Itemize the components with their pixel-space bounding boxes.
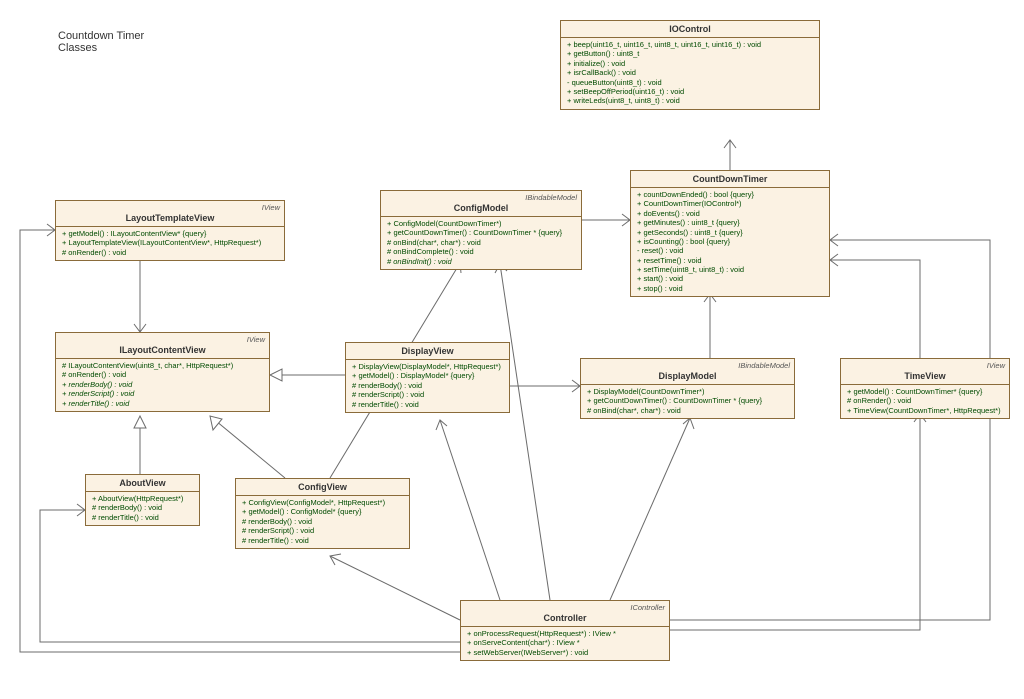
title-line-2: Classes: [58, 42, 144, 54]
class-name: AboutView: [86, 475, 199, 492]
class-name: ConfigView: [236, 479, 409, 496]
class-members: + DisplayView(DisplayModel*, HttpRequest…: [346, 360, 509, 412]
stereotype-label: IController: [630, 603, 665, 612]
class-controller: IController Controller + onProcessReques…: [460, 600, 670, 661]
class-members: + ConfigModel(CountDownTimer*) + getCoun…: [381, 217, 581, 269]
stereotype-label: IBindableModel: [525, 193, 577, 202]
class-members: + onProcessRequest(HttpRequest*) : IView…: [461, 627, 669, 660]
class-configmodel: IBindableModel ConfigModel + ConfigModel…: [380, 190, 582, 270]
stereotype-label: IView: [247, 335, 265, 344]
diagram-title: Countdown Timer Classes: [58, 30, 144, 54]
class-name: LayoutTemplateView: [56, 201, 284, 227]
class-members: # ILayoutContentView(uint8_t, char*, Htt…: [56, 359, 269, 411]
class-layouttemplateview: IView LayoutTemplateView + getModel() : …: [55, 200, 285, 261]
class-ilayoutcontentview: IView ILayoutContentView # ILayoutConten…: [55, 332, 270, 412]
class-name: IOControl: [561, 21, 819, 38]
class-displayview: DisplayView + DisplayView(DisplayModel*,…: [345, 342, 510, 413]
class-name: TimeView: [841, 359, 1009, 385]
class-name: DisplayView: [346, 343, 509, 360]
class-members: + countDownEnded() : bool {query} + Coun…: [631, 188, 829, 296]
class-timeview: IView TimeView + getModel() : CountDownT…: [840, 358, 1010, 419]
class-members: + DisplayModel(CountDownTimer*) + getCou…: [581, 385, 794, 418]
class-countdowntimer: CountDownTimer + countDownEnded() : bool…: [630, 170, 830, 297]
class-name: CountDownTimer: [631, 171, 829, 188]
class-members: + beep(uint16_t, uint16_t, uint8_t, uint…: [561, 38, 819, 109]
class-aboutview: AboutView + AboutView(HttpRequest*) # re…: [85, 474, 200, 526]
class-members: + getModel() : CountDownTimer* {query} #…: [841, 385, 1009, 418]
class-name: ILayoutContentView: [56, 333, 269, 359]
title-line-1: Countdown Timer: [58, 30, 144, 42]
stereotype-label: IBindableModel: [738, 361, 790, 370]
stereotype-label: IView: [262, 203, 280, 212]
class-members: + getModel() : ILayoutContentView* {quer…: [56, 227, 284, 260]
class-members: + AboutView(HttpRequest*) # renderBody()…: [86, 492, 199, 525]
class-members: + ConfigView(ConfigModel*, HttpRequest*)…: [236, 496, 409, 548]
stereotype-label: IView: [987, 361, 1005, 370]
class-iocontrol: IOControl + beep(uint16_t, uint16_t, uin…: [560, 20, 820, 110]
class-displaymodel: IBindableModel DisplayModel + DisplayMod…: [580, 358, 795, 419]
class-configview: ConfigView + ConfigView(ConfigModel*, Ht…: [235, 478, 410, 549]
